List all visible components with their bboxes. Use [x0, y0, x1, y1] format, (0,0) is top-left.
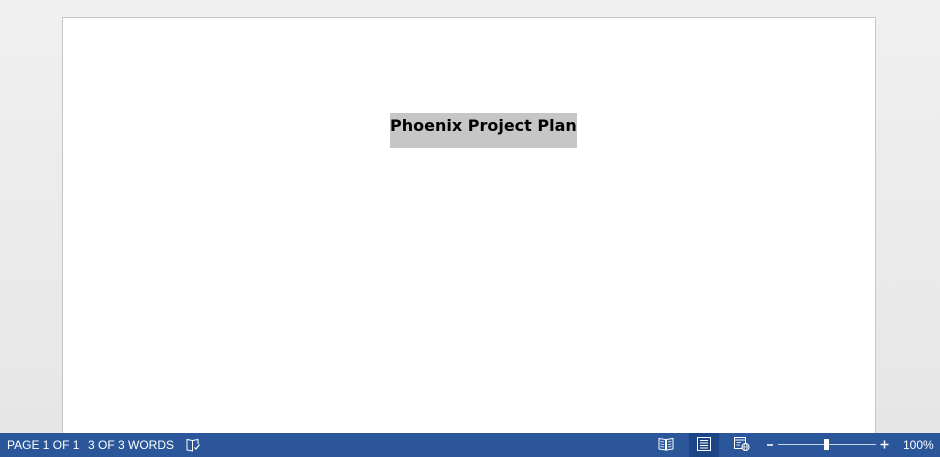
zoom-level-label[interactable]: 100%: [903, 433, 934, 457]
book-open-icon: [658, 437, 674, 454]
proofing-book-icon[interactable]: [185, 437, 201, 453]
document-page[interactable]: Phoenix Project Plan: [62, 17, 876, 433]
read-mode-button[interactable]: [651, 433, 681, 457]
zoom-slider-thumb[interactable]: [824, 439, 829, 450]
web-layout-button[interactable]: [727, 433, 757, 457]
status-bar: PAGE 1 OF 1 3 OF 3 WORDS 100%: [0, 433, 940, 457]
document-title-selected-text[interactable]: Phoenix Project Plan: [390, 113, 577, 148]
minus-icon: [766, 438, 774, 452]
page-lines-icon: [697, 436, 711, 454]
word-count-indicator[interactable]: 3 OF 3 WORDS: [88, 433, 174, 457]
zoom-out-button[interactable]: [764, 433, 776, 457]
print-layout-button[interactable]: [689, 433, 719, 457]
plus-icon: [880, 438, 889, 452]
page-count-indicator[interactable]: PAGE 1 OF 1: [7, 433, 79, 457]
zoom-in-button[interactable]: [878, 433, 890, 457]
document-workspace: Phoenix Project Plan: [0, 0, 940, 433]
web-layout-icon: [734, 436, 750, 454]
